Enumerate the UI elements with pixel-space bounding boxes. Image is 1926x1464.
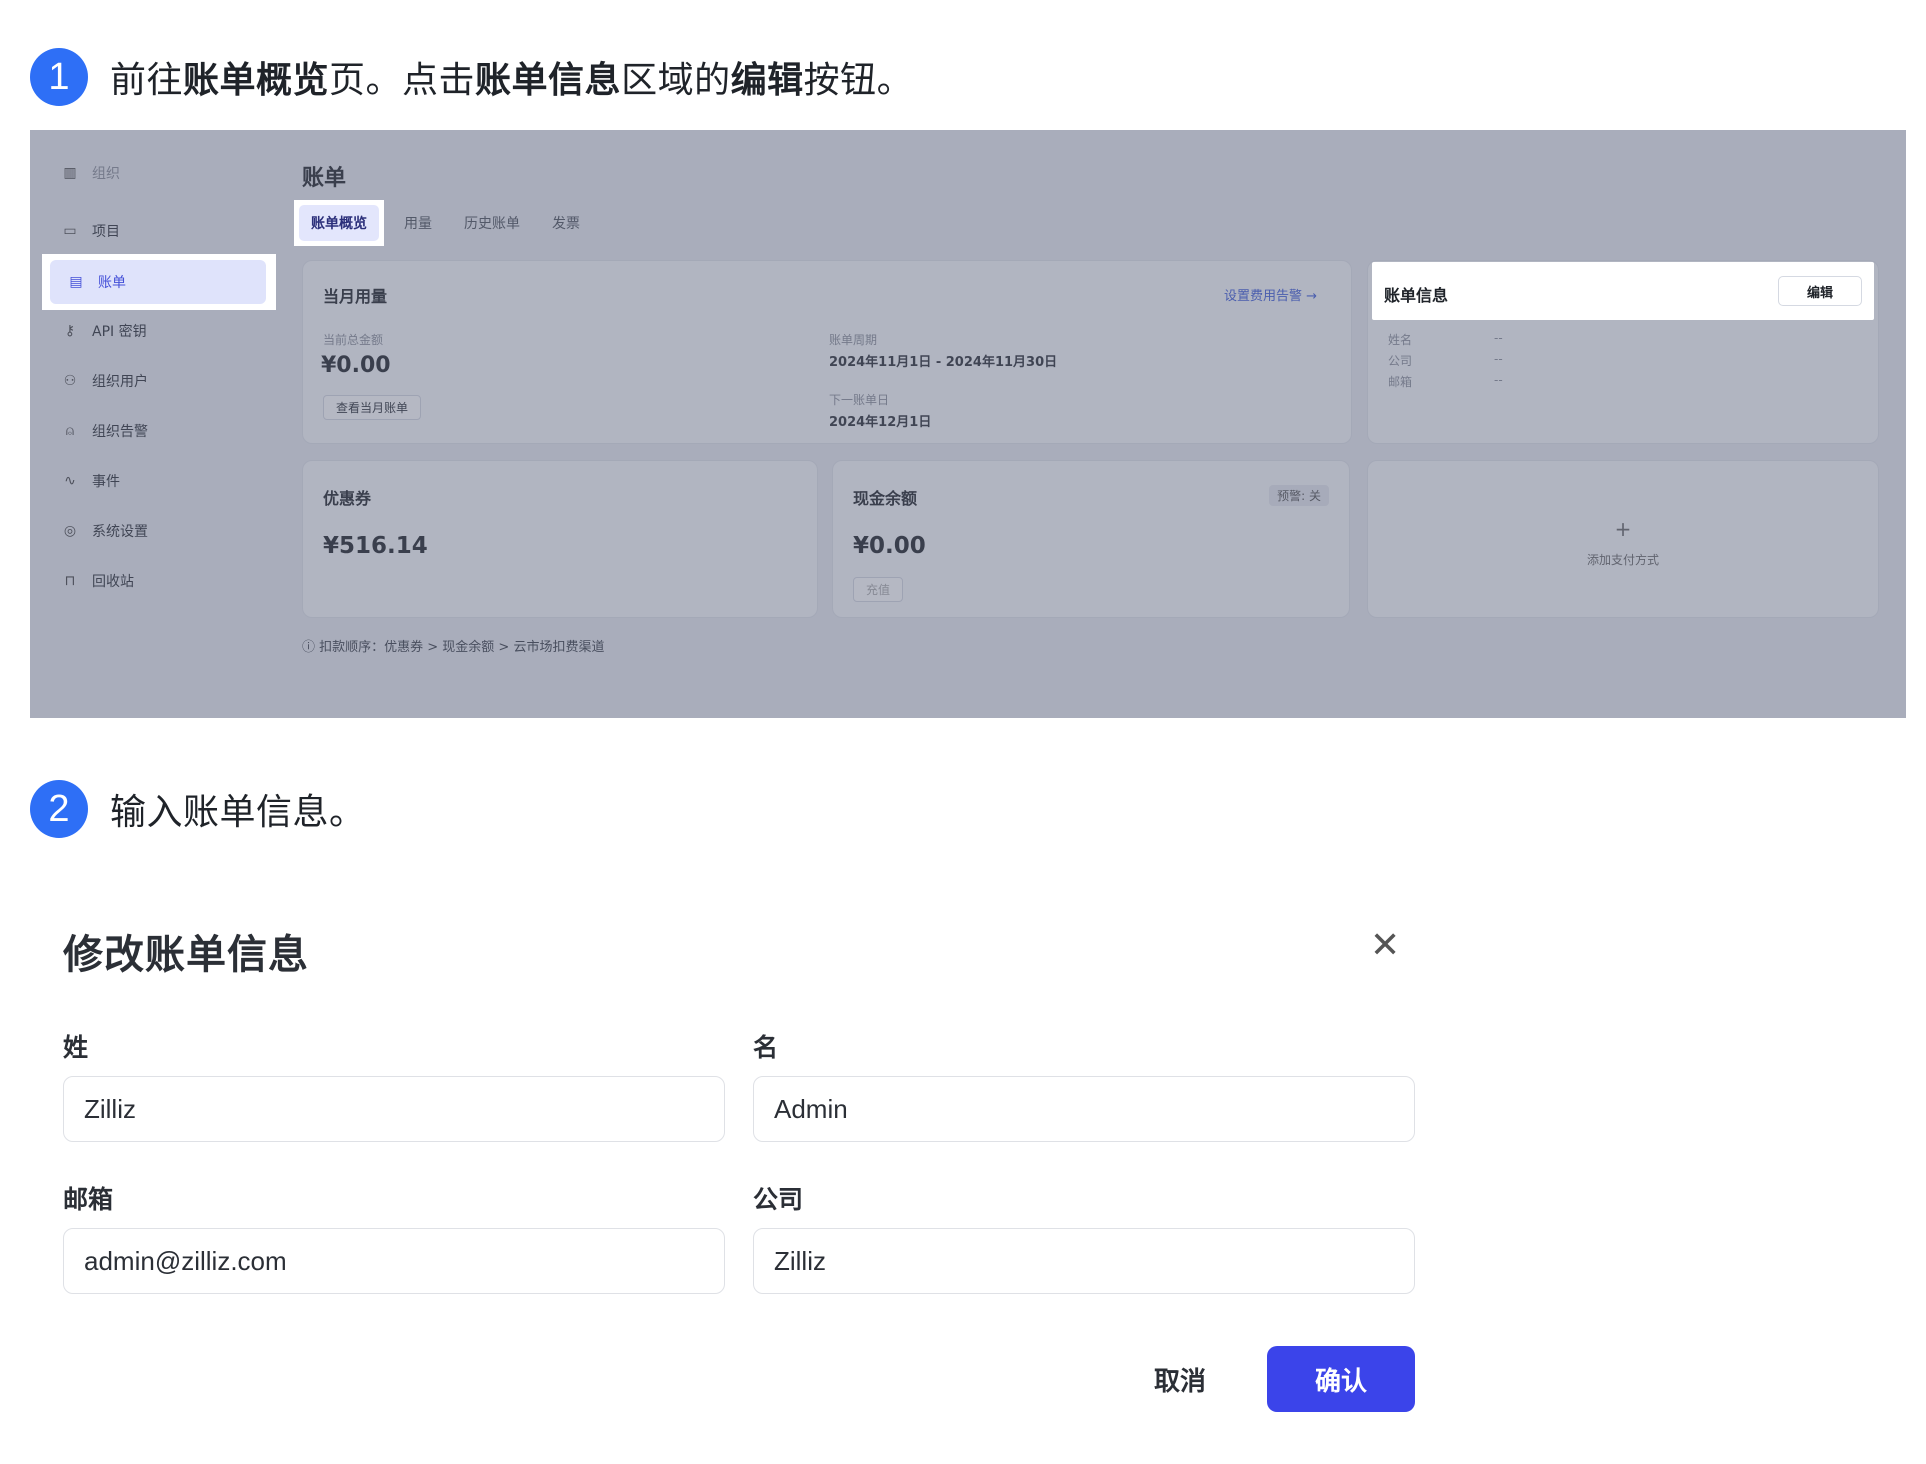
view-current-bill-button[interactable]: 查看当月账单 xyxy=(323,395,422,420)
settings-icon: ◎ xyxy=(63,523,77,539)
sidebar-item-org-users[interactable]: ⚇ 组织用户 xyxy=(44,360,262,402)
next-bill-date-label: 下一账单日 xyxy=(829,393,890,407)
cash-balance-title: 现金余额 xyxy=(853,489,918,508)
plus-icon: + xyxy=(1614,517,1632,541)
sidebar: ▥ 组织 ▭ 项目 ⚷ API 密钥 ⚇ 组织用户 ⍝ 组织告警 ∿ 事件 ◎ 系统设置 ⊓ 回… xyxy=(30,130,278,718)
add-payment-label: 添加支付方式 xyxy=(1586,553,1659,567)
sidebar-item-projects[interactable]: ▭ 项目 xyxy=(44,210,262,252)
name-value: -- xyxy=(1494,331,1503,345)
company-value: -- xyxy=(1494,352,1503,366)
billing-period-value: 2024年11月1日 - 2024年11月30日 xyxy=(829,355,1058,370)
sidebar-item-recycle-bin[interactable]: ⊓ 回收站 xyxy=(44,560,262,602)
key-icon: ⚷ xyxy=(64,323,76,339)
alarm-icon: ⍝ xyxy=(65,423,75,439)
email-label: 邮箱 xyxy=(1388,375,1413,389)
sidebar-item-org[interactable]: ▥ 组织 xyxy=(44,152,262,194)
folder-icon: ▭ xyxy=(63,223,77,239)
recharge-button[interactable]: 充值 xyxy=(853,577,904,602)
info-icon: ⓘ xyxy=(302,640,320,655)
sidebar-item-api-keys[interactable]: ⚷ API 密钥 xyxy=(44,310,262,352)
step-number-badge: 2 xyxy=(30,780,88,838)
tab-invoices[interactable]: 发票 xyxy=(540,205,592,241)
tab-bill-history[interactable]: 历史账单 xyxy=(452,205,532,241)
trash-icon: ⊓ xyxy=(64,573,76,589)
users-icon: ⚇ xyxy=(63,373,77,389)
tab-billing-overview[interactable]: 账单概览 xyxy=(299,205,379,241)
email-field[interactable]: admin@zilliz.com xyxy=(63,1228,725,1294)
billing-period-label: 账单周期 xyxy=(829,333,878,347)
total-amount-label: 当前总金额 xyxy=(323,333,384,347)
next-bill-date-value: 2024年12月1日 xyxy=(829,415,932,430)
coupon-value: ¥516.14 xyxy=(323,533,428,559)
step-1-instruction: 前往账单概览页。点击账单信息区域的编辑按钮。 xyxy=(110,60,914,101)
usage-card-title: 当月用量 xyxy=(323,287,388,306)
deduction-order-note: ⓘ 扣款顺序：优惠券 > 现金余额 > 云市场扣费渠道 xyxy=(302,640,605,655)
name-label: 姓名 xyxy=(1388,333,1413,347)
set-cost-alert-link[interactable]: 设置费用告警 → xyxy=(1224,285,1317,304)
step-2: 2 输入账单信息。 xyxy=(30,780,366,838)
edit-button[interactable]: 编辑 xyxy=(1778,276,1862,306)
bill-icon: ▤ xyxy=(69,274,83,290)
page-title: 账单 xyxy=(302,166,347,191)
sidebar-item-org-alerts[interactable]: ⍝ 组织告警 xyxy=(44,410,262,452)
current-usage-card: 当月用量 设置费用告警 → 当前总金额 ¥0.00 查看当月账单 账单周期 20… xyxy=(302,260,1352,444)
company-label: 公司 xyxy=(1388,354,1413,368)
coupon-card: 优惠券 ¥516.14 xyxy=(302,460,818,618)
billing-info-header-highlight: 账单信息 编辑 xyxy=(1372,262,1874,320)
first-name-label: 名 xyxy=(753,1033,779,1062)
tab-usage[interactable]: 用量 xyxy=(392,205,444,241)
sidebar-highlight: ▤ 账单 xyxy=(42,254,276,310)
activity-icon: ∿ xyxy=(64,473,76,489)
step-number-badge: 1 xyxy=(30,48,88,106)
last-name-label: 姓 xyxy=(63,1033,89,1062)
email-value: -- xyxy=(1494,373,1503,387)
total-amount-value: ¥0.00 xyxy=(321,353,391,378)
company-field[interactable]: Zilliz xyxy=(753,1228,1415,1294)
tab-bar: 账单概览 用量 历史账单 发票 xyxy=(294,200,600,246)
cash-balance-card: 现金余额 预警: 关 ¥0.00 充值 xyxy=(832,460,1350,618)
confirm-button[interactable]: 确认 xyxy=(1267,1346,1415,1412)
alert-status-badge: 预警: 关 xyxy=(1269,485,1329,506)
billing-screenshot: ▥ 组织 ▭ 项目 ⚷ API 密钥 ⚇ 组织用户 ⍝ 组织告警 ∿ 事件 ◎ 系统设置 ⊓ 回… xyxy=(30,130,1906,718)
add-payment-card[interactable]: + 添加支付方式 xyxy=(1367,460,1879,618)
first-name-field[interactable]: Admin xyxy=(753,1076,1415,1142)
cash-balance-value: ¥0.00 xyxy=(853,533,926,559)
email-label: 邮箱 xyxy=(63,1185,114,1214)
last-name-field[interactable]: Zilliz xyxy=(63,1076,725,1142)
close-icon[interactable]: ✕ xyxy=(1370,928,1400,964)
dialog-title: 修改账单信息 xyxy=(63,932,309,978)
step-2-instruction: 输入账单信息。 xyxy=(110,792,366,833)
billing-info-title: 账单信息 xyxy=(1384,286,1449,305)
sidebar-item-events[interactable]: ∿ 事件 xyxy=(44,460,262,502)
sidebar-item-settings[interactable]: ◎ 系统设置 xyxy=(44,510,262,552)
tab-highlight: 账单概览 xyxy=(294,200,384,246)
cancel-button[interactable]: 取消 xyxy=(1140,1346,1220,1412)
company-label: 公司 xyxy=(753,1185,804,1214)
step-1: 1 前往账单概览页。点击账单信息区域的编辑按钮。 xyxy=(30,48,913,106)
sidebar-item-billing[interactable]: ▤ 账单 xyxy=(50,260,266,304)
coupon-title: 优惠券 xyxy=(323,489,372,508)
building-icon: ▥ xyxy=(63,165,77,181)
